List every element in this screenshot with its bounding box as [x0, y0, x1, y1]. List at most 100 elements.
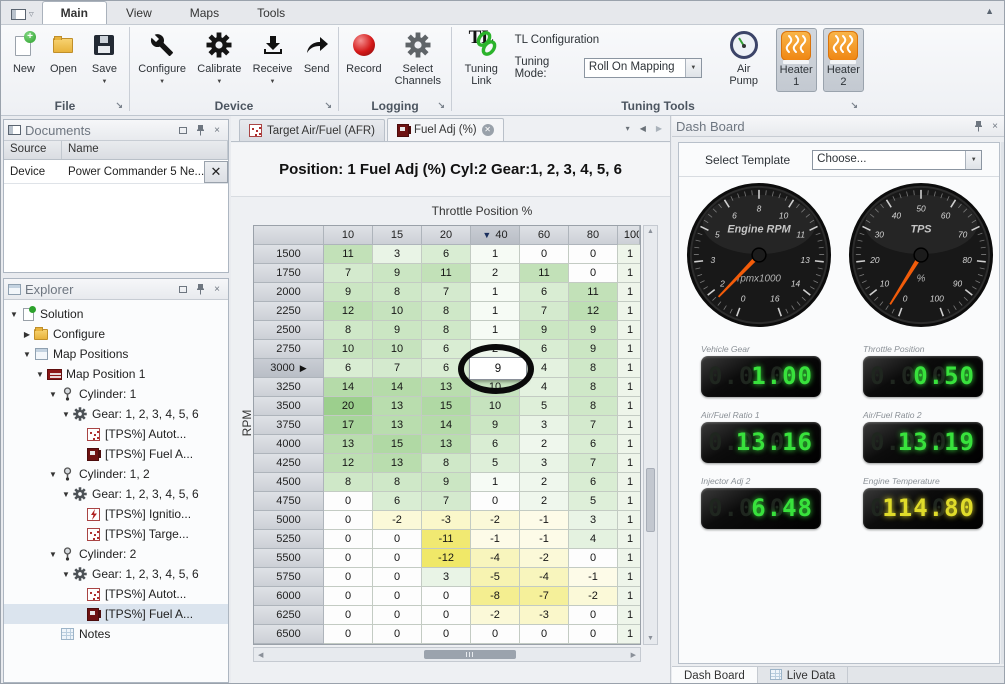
- row-header-5750[interactable]: 5750: [254, 568, 324, 587]
- cell-4750-80[interactable]: 5: [569, 492, 618, 511]
- cell-5250-60[interactable]: -1: [520, 530, 569, 549]
- cell-5750-80[interactable]: -1: [569, 568, 618, 587]
- dialog-launcher-icon[interactable]: ↘: [850, 100, 858, 111]
- calibrate-button[interactable]: Calibrate ▼: [194, 28, 244, 90]
- col-header-100[interactable]: 100: [618, 226, 640, 245]
- cell-1500-80[interactable]: 0: [569, 245, 618, 264]
- cell-2500-15[interactable]: 9: [373, 321, 422, 340]
- cell-6250-60[interactable]: -3: [520, 606, 569, 625]
- cell-3500-60[interactable]: 5: [520, 397, 569, 416]
- receive-button[interactable]: Receive ▼: [250, 28, 296, 90]
- cell-5000-80[interactable]: 3: [569, 511, 618, 530]
- cell-6000-100[interactable]: 1: [618, 587, 640, 606]
- tree-item-gear-1-2-3-4-5-6[interactable]: ▼Gear: 1, 2, 3, 4, 5, 6: [4, 484, 228, 504]
- tab-dash-board[interactable]: Dash Board: [672, 667, 758, 684]
- tree-item-cylinder-2[interactable]: ▼Cylinder: 2: [4, 544, 228, 564]
- cell-6000-10[interactable]: 0: [324, 587, 373, 606]
- col-header-80[interactable]: 80: [569, 226, 618, 245]
- scroll-tabs-right-icon[interactable]: ▶: [656, 124, 662, 133]
- close-icon[interactable]: ×: [988, 119, 1002, 133]
- cell-2250-100[interactable]: 1: [618, 302, 640, 321]
- cell-4250-80[interactable]: 7: [569, 454, 618, 473]
- cell-3000-100[interactable]: 1: [618, 359, 640, 378]
- cell-4750-15[interactable]: 6: [373, 492, 422, 511]
- cell-1500-10[interactable]: 11: [324, 245, 373, 264]
- cell-4500-40[interactable]: 1: [471, 473, 520, 492]
- col-header-15[interactable]: 15: [373, 226, 422, 245]
- dialog-launcher-icon[interactable]: ↘: [324, 100, 332, 111]
- cell-4000-15[interactable]: 15: [373, 435, 422, 454]
- template-select[interactable]: Choose... ▼: [812, 150, 982, 170]
- cell-3000-80[interactable]: 8: [569, 359, 618, 378]
- float-window-button[interactable]: [176, 282, 190, 296]
- cell-4250-100[interactable]: 1: [618, 454, 640, 473]
- record-button[interactable]: Record: [343, 28, 384, 77]
- cell-5750-60[interactable]: -4: [520, 568, 569, 587]
- cell-6500-80[interactable]: 0: [569, 625, 618, 644]
- row-header-3500[interactable]: 3500: [254, 397, 324, 416]
- cell-6250-100[interactable]: 1: [618, 606, 640, 625]
- expander-open-icon[interactable]: ▼: [8, 310, 20, 319]
- cell-3250-80[interactable]: 8: [569, 378, 618, 397]
- open-button[interactable]: Open: [47, 28, 80, 77]
- cell-4000-40[interactable]: 6: [471, 435, 520, 454]
- row-header-6250[interactable]: 6250: [254, 606, 324, 625]
- row-header-5000[interactable]: 5000: [254, 511, 324, 530]
- tree-item-cylinder-1-2[interactable]: ▼Cylinder: 1, 2: [4, 464, 228, 484]
- cell-6000-80[interactable]: -2: [569, 587, 618, 606]
- col-header-60[interactable]: 60: [520, 226, 569, 245]
- chevron-down-icon[interactable]: ▼: [685, 59, 701, 77]
- tree-item-gear-1-2-3-4-5-6[interactable]: ▼Gear: 1, 2, 3, 4, 5, 6: [4, 404, 228, 424]
- cell-2250-20[interactable]: 8: [422, 302, 471, 321]
- cell-3750-100[interactable]: 1: [618, 416, 640, 435]
- cell-3250-100[interactable]: 1: [618, 378, 640, 397]
- configure-button[interactable]: Configure ▼: [135, 28, 189, 90]
- expander-open-icon[interactable]: ▼: [34, 370, 46, 379]
- new-button[interactable]: + New: [10, 28, 38, 77]
- cell-2250-40[interactable]: 1: [471, 302, 520, 321]
- tab-list-dropdown-icon[interactable]: ▾: [626, 124, 630, 133]
- row-header-3250[interactable]: 3250: [254, 378, 324, 397]
- cell-2250-60[interactable]: 7: [520, 302, 569, 321]
- grid-horizontal-scrollbar[interactable]: ◀ ▶: [253, 647, 641, 662]
- horizontal-scroll-thumb[interactable]: [424, 650, 516, 659]
- row-header-6500[interactable]: 6500: [254, 625, 324, 644]
- cell-4250-10[interactable]: 12: [324, 454, 373, 473]
- row-header-2250[interactable]: 2250: [254, 302, 324, 321]
- pin-button[interactable]: [193, 282, 207, 296]
- cell-3000-10[interactable]: 6: [324, 359, 373, 378]
- dialog-launcher-icon[interactable]: ↘: [437, 100, 445, 111]
- tree-item-cylinder-1[interactable]: ▼Cylinder: 1: [4, 384, 228, 404]
- cell-5500-40[interactable]: -4: [471, 549, 520, 568]
- row-header-6000[interactable]: 6000: [254, 587, 324, 606]
- tab-fuel-adj[interactable]: Fuel Adj (%) ✕: [387, 118, 504, 141]
- expander-open-icon[interactable]: ▼: [21, 350, 33, 359]
- tuning-link-button[interactable]: TL Tuning Link: [458, 28, 505, 89]
- cell-3750-20[interactable]: 14: [422, 416, 471, 435]
- cell-5750-100[interactable]: 1: [618, 568, 640, 587]
- tree-item-map-positions[interactable]: ▼Map Positions: [4, 344, 228, 364]
- cell-5750-20[interactable]: 3: [422, 568, 471, 587]
- cell-5000-10[interactable]: 0: [324, 511, 373, 530]
- scroll-down-icon[interactable]: ▼: [647, 635, 654, 642]
- document-row[interactable]: Device Power Commander 5 Ne... ✕: [4, 160, 228, 184]
- cell-1500-60[interactable]: 0: [520, 245, 569, 264]
- cell-5250-20[interactable]: -11: [422, 530, 471, 549]
- cell-5000-15[interactable]: -2: [373, 511, 422, 530]
- cell-6500-100[interactable]: 1: [618, 625, 640, 644]
- cell-1750-80[interactable]: 0: [569, 264, 618, 283]
- cell-5000-40[interactable]: -2: [471, 511, 520, 530]
- expander-open-icon[interactable]: ▼: [47, 550, 59, 559]
- cell-6000-60[interactable]: -7: [520, 587, 569, 606]
- cell-2000-20[interactable]: 7: [422, 283, 471, 302]
- cell-1500-20[interactable]: 6: [422, 245, 471, 264]
- cell-3000-15[interactable]: 7: [373, 359, 422, 378]
- tree-item-solution[interactable]: ▼Solution: [4, 304, 228, 324]
- air-pump-button[interactable]: Air Pump: [720, 28, 768, 89]
- row-header-4750[interactable]: 4750: [254, 492, 324, 511]
- cell-2500-100[interactable]: 1: [618, 321, 640, 340]
- documents-col-source[interactable]: Source: [4, 141, 62, 159]
- vertical-scroll-thumb[interactable]: [646, 468, 655, 532]
- cell-4250-20[interactable]: 8: [422, 454, 471, 473]
- cell-1500-15[interactable]: 3: [373, 245, 422, 264]
